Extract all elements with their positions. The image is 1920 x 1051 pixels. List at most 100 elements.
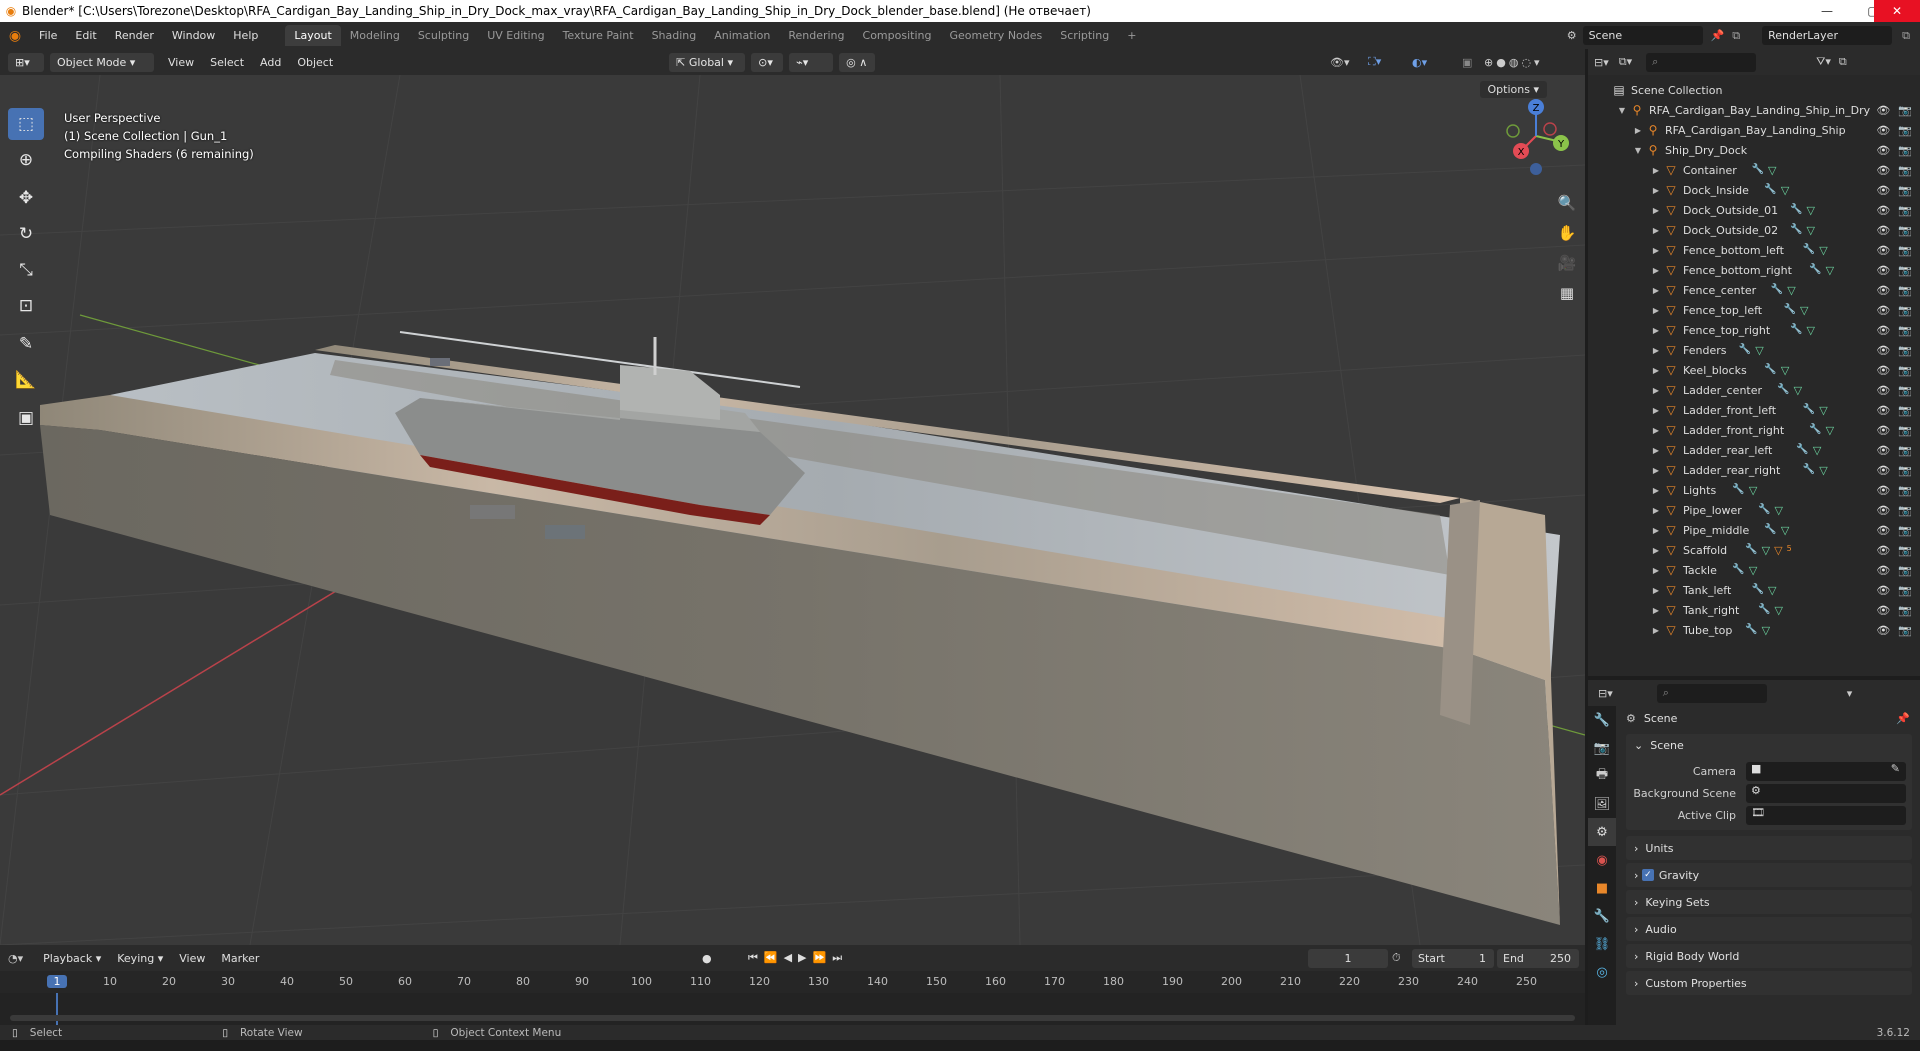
- camera-render-icon[interactable]: 📷: [1898, 144, 1912, 157]
- outliner-row-ladder-front-right[interactable]: ▶ ▽ Ladder_front_right 🔧 ▽ 👁 📷: [1588, 420, 1920, 440]
- outliner-row-scene-collection[interactable]: ▤ Scene Collection: [1588, 80, 1920, 100]
- menu-object[interactable]: Object: [289, 56, 341, 69]
- expand-arrow-icon[interactable]: ▼: [1616, 106, 1628, 115]
- transform-tool-icon[interactable]: ⊡: [8, 290, 44, 322]
- eye-icon[interactable]: 👁: [1876, 624, 1890, 637]
- zoom-icon[interactable]: 🔍: [1553, 189, 1581, 217]
- camera-render-icon[interactable]: 📷: [1898, 224, 1912, 237]
- visibility-toggles[interactable]: 👁 📷: [1876, 104, 1912, 117]
- tab-animation[interactable]: Animation: [705, 25, 779, 46]
- tab-scripting[interactable]: Scripting: [1051, 25, 1118, 46]
- visibility-toggles[interactable]: 👁 📷: [1876, 164, 1912, 177]
- outliner-row-dock-outside-01[interactable]: ▶ ▽ Dock_Outside_01 🔧 ▽ 👁 📷: [1588, 200, 1920, 220]
- eye-icon[interactable]: 👁: [1876, 464, 1890, 477]
- ortho-grid-icon[interactable]: ▦: [1553, 279, 1581, 307]
- menu-help[interactable]: Help: [224, 29, 267, 42]
- menu-view[interactable]: View: [160, 56, 202, 69]
- camera-render-icon[interactable]: 📷: [1898, 504, 1912, 517]
- end-frame-field[interactable]: End 250: [1497, 948, 1579, 968]
- camera-render-icon[interactable]: 📷: [1898, 104, 1912, 117]
- eye-icon[interactable]: 👁: [1876, 384, 1890, 397]
- overlay-toggle-icon[interactable]: ◐▾: [1412, 56, 1427, 69]
- properties-options-icon[interactable]: ▾: [1847, 687, 1853, 700]
- modifier-tab-icon[interactable]: 🔧: [1588, 902, 1616, 930]
- eye-icon[interactable]: 👁: [1876, 544, 1890, 557]
- menu-edit[interactable]: Edit: [66, 29, 105, 42]
- visibility-toggles[interactable]: 👁 📷: [1876, 364, 1912, 377]
- camera-render-icon[interactable]: 📷: [1898, 324, 1912, 337]
- camera-render-icon[interactable]: 📷: [1898, 184, 1912, 197]
- expand-arrow-icon[interactable]: ▶: [1650, 586, 1662, 595]
- visibility-toggles[interactable]: 👁 📷: [1876, 124, 1912, 137]
- camera-field[interactable]: ■ ✎: [1746, 762, 1906, 781]
- visibility-toggles[interactable]: 👁 📷: [1876, 544, 1912, 557]
- outliner-row-fence-bottom-right[interactable]: ▶ ▽ Fence_bottom_right 🔧 ▽ 👁 📷: [1588, 260, 1920, 280]
- new-scene-icon[interactable]: ⧉: [1732, 29, 1740, 43]
- expand-arrow-icon[interactable]: ▶: [1650, 166, 1662, 175]
- expand-arrow-icon[interactable]: ▶: [1650, 506, 1662, 515]
- outliner-row-dock-outside-02[interactable]: ▶ ▽ Dock_Outside_02 🔧 ▽ 👁 📷: [1588, 220, 1920, 240]
- visibility-toggles[interactable]: 👁 📷: [1876, 464, 1912, 477]
- tab-uv-editing[interactable]: UV Editing: [478, 25, 553, 46]
- outliner-row-tube-top[interactable]: ▶ ▽ Tube_top 🔧 ▽ 👁 📷: [1588, 620, 1920, 640]
- units-panel[interactable]: › Units: [1626, 836, 1912, 860]
- tab-rendering[interactable]: Rendering: [779, 25, 853, 46]
- render-tab-icon[interactable]: 📷: [1588, 734, 1616, 762]
- gravity-panel[interactable]: › ✓ Gravity: [1626, 863, 1912, 887]
- dry-dock-model[interactable]: [40, 331, 1560, 925]
- scene-panel-header[interactable]: ⌄ Scene: [1634, 739, 1684, 752]
- visibility-toggles[interactable]: 👁 📷: [1876, 344, 1912, 357]
- viewlayer-selector[interactable]: RenderLayer: [1762, 26, 1893, 45]
- eye-icon[interactable]: 👁: [1876, 164, 1890, 177]
- expand-arrow-icon[interactable]: ▶: [1650, 226, 1662, 235]
- eye-icon[interactable]: 👁: [1876, 584, 1890, 597]
- camera-render-icon[interactable]: 📷: [1898, 404, 1912, 417]
- add-cube-tool-icon[interactable]: ▣: [8, 402, 44, 434]
- outliner-row-dry-dock[interactable]: ▼ ⚲ Ship_Dry_Dock 👁 📷: [1588, 140, 1920, 160]
- playback-controls[interactable]: ⏮⏪◀▶⏩⏭: [748, 951, 848, 965]
- active-clip-field[interactable]: 🎞: [1746, 806, 1906, 825]
- keying-sets-panel[interactable]: › Keying Sets: [1626, 890, 1912, 914]
- expand-arrow-icon[interactable]: ▶: [1650, 206, 1662, 215]
- visibility-toggles[interactable]: 👁 📷: [1876, 484, 1912, 497]
- visibility-toggles[interactable]: 👁 📷: [1876, 524, 1912, 537]
- menu-add[interactable]: Add: [252, 56, 289, 69]
- pan-hand-icon[interactable]: ✋: [1553, 219, 1581, 247]
- rotate-tool-icon[interactable]: ↻: [8, 218, 44, 250]
- outliner-row-dock-inside[interactable]: ▶ ▽ Dock_Inside 🔧 ▽ 👁 📷: [1588, 180, 1920, 200]
- eyedropper-icon[interactable]: ✎: [1891, 762, 1900, 775]
- properties-search-input[interactable]: ⌕: [1656, 683, 1767, 703]
- add-workspace-button[interactable]: +: [1118, 25, 1145, 46]
- minimize-button[interactable]: —: [1804, 0, 1850, 22]
- visibility-toggles[interactable]: 👁 📷: [1876, 244, 1912, 257]
- proportional-edit-icon[interactable]: ◎ ∧: [839, 52, 876, 72]
- camera-render-icon[interactable]: 📷: [1898, 124, 1912, 137]
- object-mode-dropdown[interactable]: Object Mode ▾: [50, 52, 154, 72]
- outliner-row-ship[interactable]: ▶ ⚲ RFA_Cardigan_Bay_Landing_Ship 👁 📷: [1588, 120, 1920, 140]
- editor-type-icon[interactable]: ⊞▾: [8, 52, 44, 72]
- expand-arrow-icon[interactable]: ▶: [1650, 626, 1662, 635]
- eye-icon[interactable]: 👁: [1876, 324, 1890, 337]
- camera-render-icon[interactable]: 📷: [1898, 364, 1912, 377]
- pin-icon[interactable]: 📌: [1711, 29, 1725, 42]
- visibility-toggles[interactable]: 👁 📷: [1876, 444, 1912, 457]
- eye-icon[interactable]: 👁: [1876, 224, 1890, 237]
- camera-render-icon[interactable]: 📷: [1898, 304, 1912, 317]
- rigid-body-world-panel[interactable]: › Rigid Body World: [1626, 944, 1912, 968]
- expand-arrow-icon[interactable]: ▶: [1650, 186, 1662, 195]
- navigation-gizmo[interactable]: X Y Z 🔍 ✋ 🎥 ▦: [1491, 91, 1581, 341]
- camera-render-icon[interactable]: 📷: [1898, 204, 1912, 217]
- outliner-row-ladder-rear-left[interactable]: ▶ ▽ Ladder_rear_left 🔧 ▽ 👁 📷: [1588, 440, 1920, 460]
- scene-selector[interactable]: Scene: [1582, 26, 1703, 45]
- visibility-toggles[interactable]: 👁 📷: [1876, 224, 1912, 237]
- camera-render-icon[interactable]: 📷: [1898, 424, 1912, 437]
- transform-orientation-dropdown[interactable]: ⇱ Global ▾: [669, 52, 746, 72]
- filter-icon[interactable]: ⛛▾: [1816, 55, 1831, 69]
- tab-texture-paint[interactable]: Texture Paint: [554, 25, 643, 46]
- eye-icon[interactable]: 👁: [1876, 404, 1890, 417]
- axis-gizmo[interactable]: X Y Z: [1491, 91, 1581, 181]
- eye-icon[interactable]: 👁: [1876, 264, 1890, 277]
- 3d-viewport[interactable]: User Perspective (1) Scene Collection | …: [0, 75, 1585, 945]
- new-collection-icon[interactable]: ⧉: [1839, 55, 1847, 69]
- visibility-toggles[interactable]: 👁 📷: [1876, 144, 1912, 157]
